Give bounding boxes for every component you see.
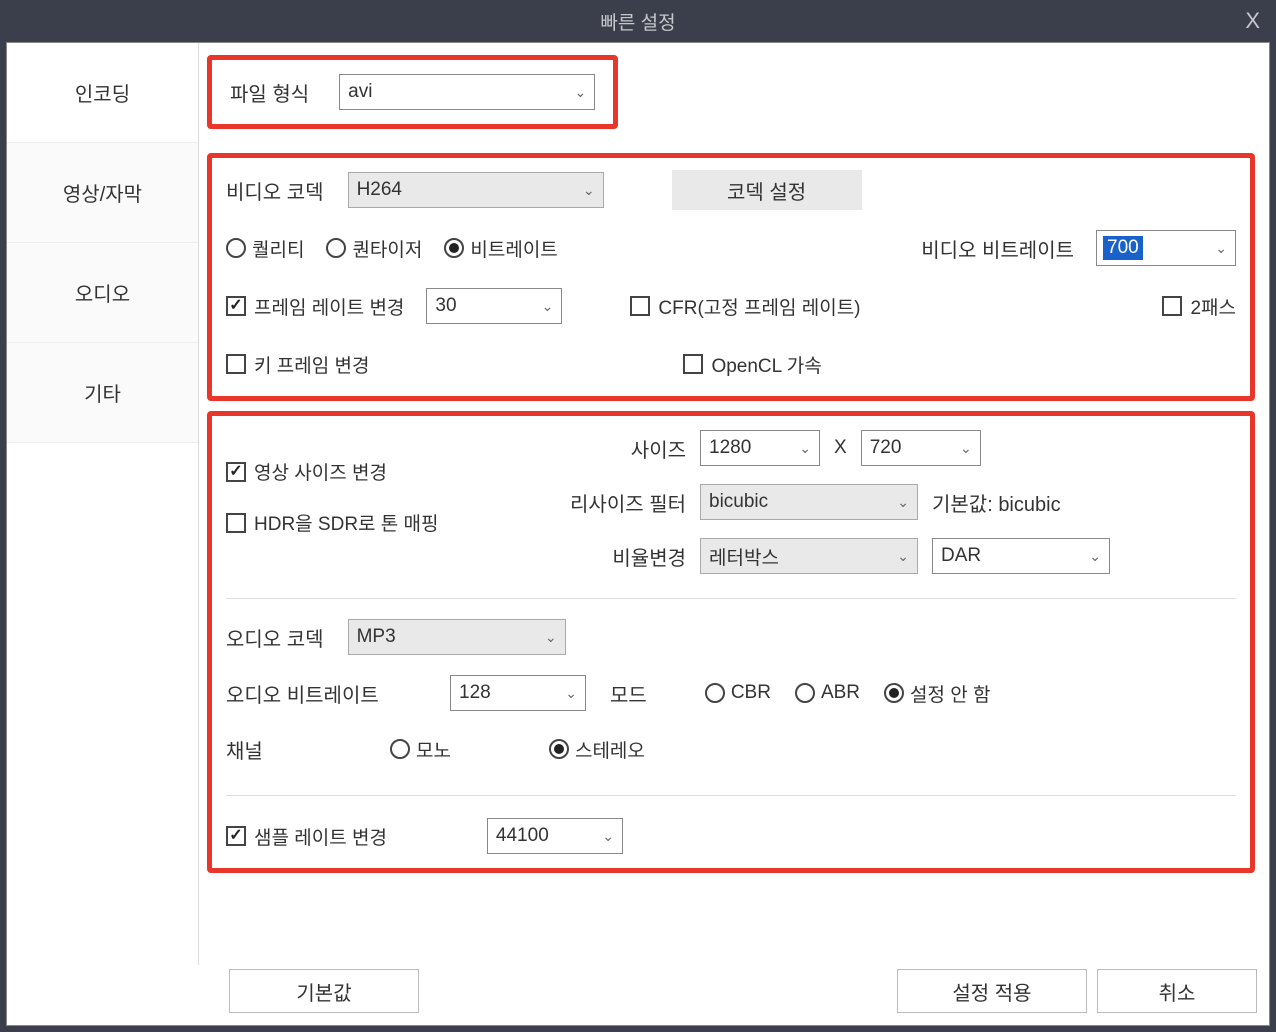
checkbox-icon bbox=[226, 826, 246, 846]
radio-cbr[interactable]: CBR bbox=[705, 682, 771, 704]
dar-select[interactable]: DAR ⌄ bbox=[932, 538, 1110, 574]
audio-bitrate-label: 오디오 비트레이트 bbox=[226, 679, 426, 708]
video-bitrate-input[interactable]: 700 ⌄ bbox=[1096, 230, 1236, 266]
checkbox-cfr[interactable]: CFR(고정 프레임 레이트) bbox=[630, 293, 860, 320]
radio-mono[interactable]: 모노 bbox=[390, 736, 451, 763]
chevron-down-icon: ⌄ bbox=[799, 440, 811, 457]
file-format-label: 파일 형식 bbox=[230, 78, 309, 107]
checkbox-change-size[interactable]: 영상 사이즈 변경 bbox=[226, 458, 387, 485]
chevron-down-icon: ⌄ bbox=[897, 548, 909, 565]
radio-stereo[interactable]: 스테레오 bbox=[549, 736, 645, 763]
checkbox-change-framerate[interactable]: 프레임 레이트 변경 bbox=[226, 293, 404, 320]
chevron-down-icon: ⌄ bbox=[960, 440, 972, 457]
radio-none[interactable]: 설정 안 함 bbox=[884, 680, 990, 707]
chevron-down-icon: ⌄ bbox=[565, 685, 577, 702]
tab-etc[interactable]: 기타 bbox=[7, 343, 198, 443]
chevron-down-icon: ⌄ bbox=[583, 182, 595, 199]
radio-quantizer[interactable]: 퀀타이저 bbox=[326, 235, 422, 262]
checkbox-icon bbox=[226, 354, 246, 374]
resize-filter-default: 기본값: bicubic bbox=[932, 488, 1061, 517]
checkbox-icon bbox=[630, 296, 650, 316]
radio-icon bbox=[444, 238, 464, 258]
file-format-value: avi bbox=[348, 81, 372, 103]
checkbox-sample-rate[interactable]: 샘플 레이트 변경 bbox=[226, 823, 387, 850]
chevron-down-icon: ⌄ bbox=[1215, 240, 1227, 257]
codec-settings-button[interactable]: 코덱 설정 bbox=[672, 170, 862, 210]
height-select[interactable]: 720 ⌄ bbox=[861, 430, 981, 466]
main-area: 인코딩 영상/자막 오디오 기타 파일 형식 avi ⌄ 비디오 코덱 H264 bbox=[7, 43, 1269, 965]
audio-bitrate-select[interactable]: 128 ⌄ bbox=[450, 675, 586, 711]
window-title: 빠른 설정 bbox=[600, 8, 675, 35]
radio-icon bbox=[884, 683, 904, 703]
audio-codec-select[interactable]: MP3 ⌄ bbox=[348, 619, 566, 655]
resize-filter-select[interactable]: bicubic ⌄ bbox=[700, 484, 918, 520]
video-codec-label: 비디오 코덱 bbox=[226, 176, 324, 205]
radio-icon bbox=[549, 739, 569, 759]
checkbox-icon bbox=[226, 296, 246, 316]
ratio-label: 비율변경 bbox=[546, 542, 686, 571]
chevron-down-icon: ⌄ bbox=[545, 629, 557, 646]
chevron-down-icon: ⌄ bbox=[602, 828, 614, 845]
radio-icon bbox=[705, 683, 725, 703]
radio-quality[interactable]: 퀄리티 bbox=[226, 235, 304, 262]
window-body: 인코딩 영상/자막 오디오 기타 파일 형식 avi ⌄ 비디오 코덱 H264 bbox=[6, 42, 1270, 1026]
title-bar: 빠른 설정 X bbox=[0, 0, 1276, 42]
chevron-down-icon: ⌄ bbox=[897, 494, 909, 511]
video-codec-select[interactable]: H264 ⌄ bbox=[348, 172, 604, 208]
content-area: 파일 형식 avi ⌄ 비디오 코덱 H264 ⌄ 코덱 설정 bbox=[199, 43, 1269, 965]
tab-encoding[interactable]: 인코딩 bbox=[7, 43, 198, 143]
chevron-down-icon: ⌄ bbox=[1089, 548, 1101, 565]
checkbox-hdr-sdr[interactable]: HDR을 SDR로 톤 매핑 bbox=[226, 509, 439, 536]
sidebar: 인코딩 영상/자막 오디오 기타 bbox=[7, 43, 199, 965]
audio-codec-label: 오디오 코덱 bbox=[226, 623, 324, 652]
x-separator: X bbox=[834, 437, 847, 459]
resize-filter-label: 리사이즈 필터 bbox=[546, 488, 686, 517]
tab-audio[interactable]: 오디오 bbox=[7, 243, 198, 343]
file-format-select[interactable]: avi ⌄ bbox=[339, 74, 595, 110]
radio-abr[interactable]: ABR bbox=[795, 682, 860, 704]
file-format-box: 파일 형식 avi ⌄ bbox=[207, 55, 618, 129]
checkbox-icon bbox=[1162, 296, 1182, 316]
channel-label: 채널 bbox=[226, 735, 366, 764]
radio-bitrate[interactable]: 비트레이트 bbox=[444, 235, 557, 262]
radio-icon bbox=[390, 739, 410, 759]
tab-video-subtitle[interactable]: 영상/자막 bbox=[7, 143, 198, 243]
video-bitrate-value: 700 bbox=[1103, 236, 1143, 260]
chevron-down-icon: ⌄ bbox=[542, 298, 554, 315]
close-icon[interactable]: X bbox=[1245, 8, 1260, 34]
video-bitrate-label: 비디오 비트레이트 bbox=[921, 234, 1074, 263]
width-select[interactable]: 1280 ⌄ bbox=[700, 430, 820, 466]
checkbox-icon bbox=[226, 462, 246, 482]
size-label: 사이즈 bbox=[546, 434, 686, 463]
chevron-down-icon: ⌄ bbox=[574, 84, 586, 101]
cancel-button[interactable]: 취소 bbox=[1097, 969, 1257, 1013]
checkbox-icon bbox=[683, 354, 703, 374]
checkbox-change-keyframe[interactable]: 키 프레임 변경 bbox=[226, 351, 369, 378]
radio-icon bbox=[326, 238, 346, 258]
framerate-select[interactable]: 30 ⌄ bbox=[426, 288, 562, 324]
checkbox-2pass[interactable]: 2패스 bbox=[1162, 293, 1236, 320]
checkbox-icon bbox=[226, 513, 246, 533]
video-settings-box: 비디오 코덱 H264 ⌄ 코덱 설정 퀄리티 bbox=[207, 153, 1255, 401]
checkbox-opencl[interactable]: OpenCL 가속 bbox=[683, 351, 821, 378]
size-audio-box: 영상 사이즈 변경 HDR을 SDR로 톤 매핑 사이즈 1280 ⌄ bbox=[207, 411, 1255, 873]
radio-icon bbox=[795, 683, 815, 703]
ratio-select[interactable]: 레터박스 ⌄ bbox=[700, 538, 918, 574]
radio-icon bbox=[226, 238, 246, 258]
sample-rate-select[interactable]: 44100 ⌄ bbox=[487, 818, 623, 854]
mode-label: 모드 bbox=[610, 679, 647, 708]
default-button[interactable]: 기본값 bbox=[229, 969, 419, 1013]
apply-button[interactable]: 설정 적용 bbox=[897, 969, 1087, 1013]
bottom-bar: 기본값 설정 적용 취소 bbox=[7, 965, 1269, 1025]
video-codec-value: H264 bbox=[357, 179, 402, 201]
